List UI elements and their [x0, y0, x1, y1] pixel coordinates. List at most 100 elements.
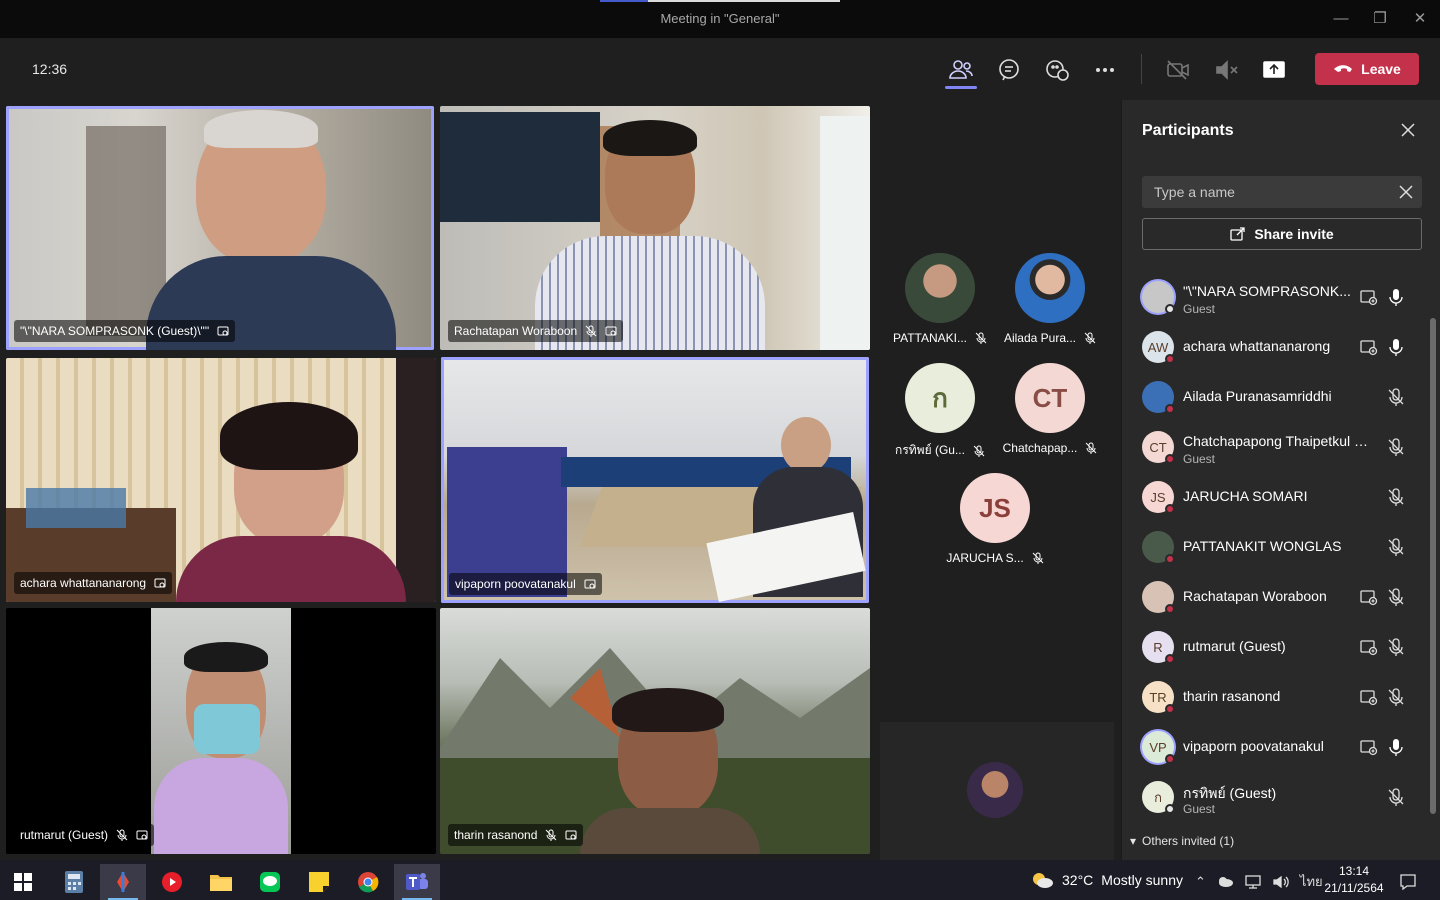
weather-temp: 32°C — [1062, 872, 1094, 888]
mic-muted-icon — [975, 332, 987, 344]
reactions-button[interactable] — [1043, 56, 1071, 84]
participant-row[interactable]: Rrutmarut (Guest) — [1122, 622, 1422, 672]
spotlight-video-icon[interactable] — [1359, 287, 1379, 307]
taskbar: 32°C Mostly sunny ⌃ ไทย 13:14 21/11/2564 — [0, 860, 1440, 900]
self-view[interactable] — [880, 722, 1114, 860]
taskbar-sticky-notes[interactable] — [296, 864, 342, 900]
mic-muted-icon[interactable] — [1386, 637, 1406, 657]
participant-row[interactable]: PATTANAKIT WONGLAS — [1122, 522, 1422, 572]
close-icon[interactable] — [1400, 122, 1416, 138]
participant-row[interactable]: CT Chatchapapong Thaipetkul (G... Guest — [1122, 422, 1422, 472]
mic-muted-icon[interactable] — [1386, 537, 1406, 557]
leave-button[interactable]: Leave — [1315, 53, 1419, 85]
maximize-button[interactable]: ❐ — [1368, 8, 1392, 30]
participants-button[interactable] — [947, 56, 975, 84]
presence-dot — [1165, 404, 1175, 414]
participant-row[interactable]: VP vipaporn poovatanakul — [1122, 722, 1422, 772]
avatar-card-chatchapapong[interactable]: CT Chatchapap... — [995, 363, 1105, 455]
participant-row[interactable]: JS JARUCHA SOMARI — [1122, 472, 1422, 522]
clear-search-icon[interactable] — [1398, 184, 1414, 200]
others-invited-toggle[interactable]: ▾ Others invited (1) — [1130, 834, 1234, 848]
video-tile-rutmarut[interactable]: rutmarut (Guest) — [6, 608, 436, 854]
sun-cloud-icon — [1033, 873, 1053, 888]
more-actions-button[interactable] — [1091, 56, 1119, 84]
video-pin-icon — [605, 326, 617, 336]
participant-avatar: CT — [1142, 431, 1175, 464]
participant-row[interactable]: TR tharin rasanond — [1122, 672, 1422, 722]
chevron-up-icon[interactable]: ⌃ — [1195, 874, 1206, 890]
spotlight-video-icon[interactable] — [1359, 737, 1379, 757]
taskbar-line[interactable] — [247, 864, 293, 900]
participant-name: achara whattananarong — [1183, 338, 1331, 354]
taskbar-date: 21/11/2564 — [1324, 881, 1384, 895]
taskbar-media-player[interactable] — [149, 864, 195, 900]
avatar-card-pattanakit[interactable]: PATTANAKI... — [885, 253, 995, 345]
taskbar-file-explorer[interactable] — [198, 864, 244, 900]
share-invite-button[interactable]: Share invite — [1142, 218, 1422, 250]
mic-on-icon[interactable] — [1386, 737, 1406, 757]
video-tile-rachatapan[interactable]: Rachatapan Woraboon — [440, 106, 870, 350]
meeting-toolbar: 12:36 Leave — [0, 38, 1440, 100]
participant-hair — [603, 120, 697, 156]
participant-initials: TR — [1149, 689, 1167, 705]
participant-row[interactable]: Ailada Puranasamriddhi — [1122, 372, 1422, 422]
mic-on-icon[interactable] — [1386, 287, 1406, 307]
notifications-button[interactable] — [1388, 864, 1428, 900]
avatar-card-korntip[interactable]: ก กรทิพย์ (Gu... — [885, 363, 995, 460]
taskbar-pin-app[interactable] — [100, 864, 146, 900]
close-window-button[interactable]: ✕ — [1408, 8, 1432, 30]
spotlight-video-icon[interactable] — [1359, 587, 1379, 607]
calculator-icon — [65, 871, 83, 893]
sticky-note-icon — [309, 872, 329, 892]
participant-row[interactable]: "\"NARA SOMPRASONK... Guest — [1122, 272, 1422, 322]
video-tile-achara[interactable]: achara whattananarong — [6, 358, 436, 602]
mic-muted-icon[interactable] — [1386, 437, 1406, 457]
participant-name: Rachatapan Woraboon — [1183, 588, 1327, 604]
taskbar-teams[interactable] — [394, 864, 440, 900]
participant-search-input[interactable] — [1142, 176, 1422, 208]
participant-role: Guest — [1183, 802, 1216, 816]
mic-muted-icon[interactable] — [1386, 787, 1406, 807]
participant-initials: R — [1153, 639, 1163, 655]
participant-row[interactable]: AW achara whattananarong — [1122, 322, 1422, 372]
avatar-initials: JS — [960, 473, 1030, 543]
share-screen-button[interactable] — [1260, 56, 1288, 84]
presence-dot — [1165, 654, 1175, 664]
video-tile-vipaporn[interactable]: vipaporn poovatanakul — [441, 357, 869, 603]
mic-on-icon[interactable] — [1386, 337, 1406, 357]
mic-muted-icon[interactable] — [1386, 587, 1406, 607]
spotlight-video-icon[interactable] — [1359, 337, 1379, 357]
taskbar-clock[interactable]: 13:14 21/11/2564 — [1318, 863, 1390, 897]
minimize-button[interactable]: — — [1329, 8, 1353, 30]
mic-muted-icon — [973, 445, 985, 457]
avatar-card-jarucha[interactable]: JS JARUCHA S... — [940, 473, 1050, 565]
share-icon — [1230, 227, 1245, 241]
panel-scrollbar[interactable] — [1430, 318, 1436, 814]
participant-avatar: JS — [1142, 481, 1175, 514]
chat-button[interactable] — [995, 56, 1023, 84]
weather-widget[interactable]: 32°C Mostly sunny — [1030, 870, 1183, 890]
tile-label: vipaporn poovatanakul — [449, 573, 602, 595]
avatar-card-ailada[interactable]: Ailada Pura... — [995, 253, 1105, 345]
taskbar-calculator[interactable] — [51, 864, 97, 900]
network-icon[interactable] — [1244, 874, 1262, 890]
start-button[interactable] — [0, 864, 46, 900]
volume-icon[interactable] — [1272, 874, 1290, 890]
spotlight-video-icon[interactable] — [1359, 687, 1379, 707]
spotlight-video-icon[interactable] — [1359, 637, 1379, 657]
participant-row[interactable]: Rachatapan Woraboon — [1122, 572, 1422, 622]
video-tile-nara[interactable]: "\"NARA SOMPRASONK (Guest)\"" — [6, 106, 434, 350]
taskbar-chrome[interactable] — [345, 864, 391, 900]
video-pin-icon — [154, 578, 166, 588]
leave-label: Leave — [1361, 61, 1401, 77]
onedrive-cloud-icon[interactable] — [1216, 876, 1234, 888]
title-bar: Meeting in "General" — ❐ ✕ — [0, 0, 1440, 38]
camera-toggle-button[interactable] — [1164, 56, 1192, 84]
video-tile-tharin[interactable]: tharin rasanond — [440, 608, 870, 854]
mic-muted-icon[interactable] — [1386, 687, 1406, 707]
play-icon — [162, 872, 182, 892]
mic-toggle-button[interactable] — [1212, 56, 1240, 84]
participant-row[interactable]: กกรทิพย์ (Guest) Guest — [1122, 772, 1422, 822]
mic-muted-icon[interactable] — [1386, 387, 1406, 407]
mic-muted-icon[interactable] — [1386, 487, 1406, 507]
